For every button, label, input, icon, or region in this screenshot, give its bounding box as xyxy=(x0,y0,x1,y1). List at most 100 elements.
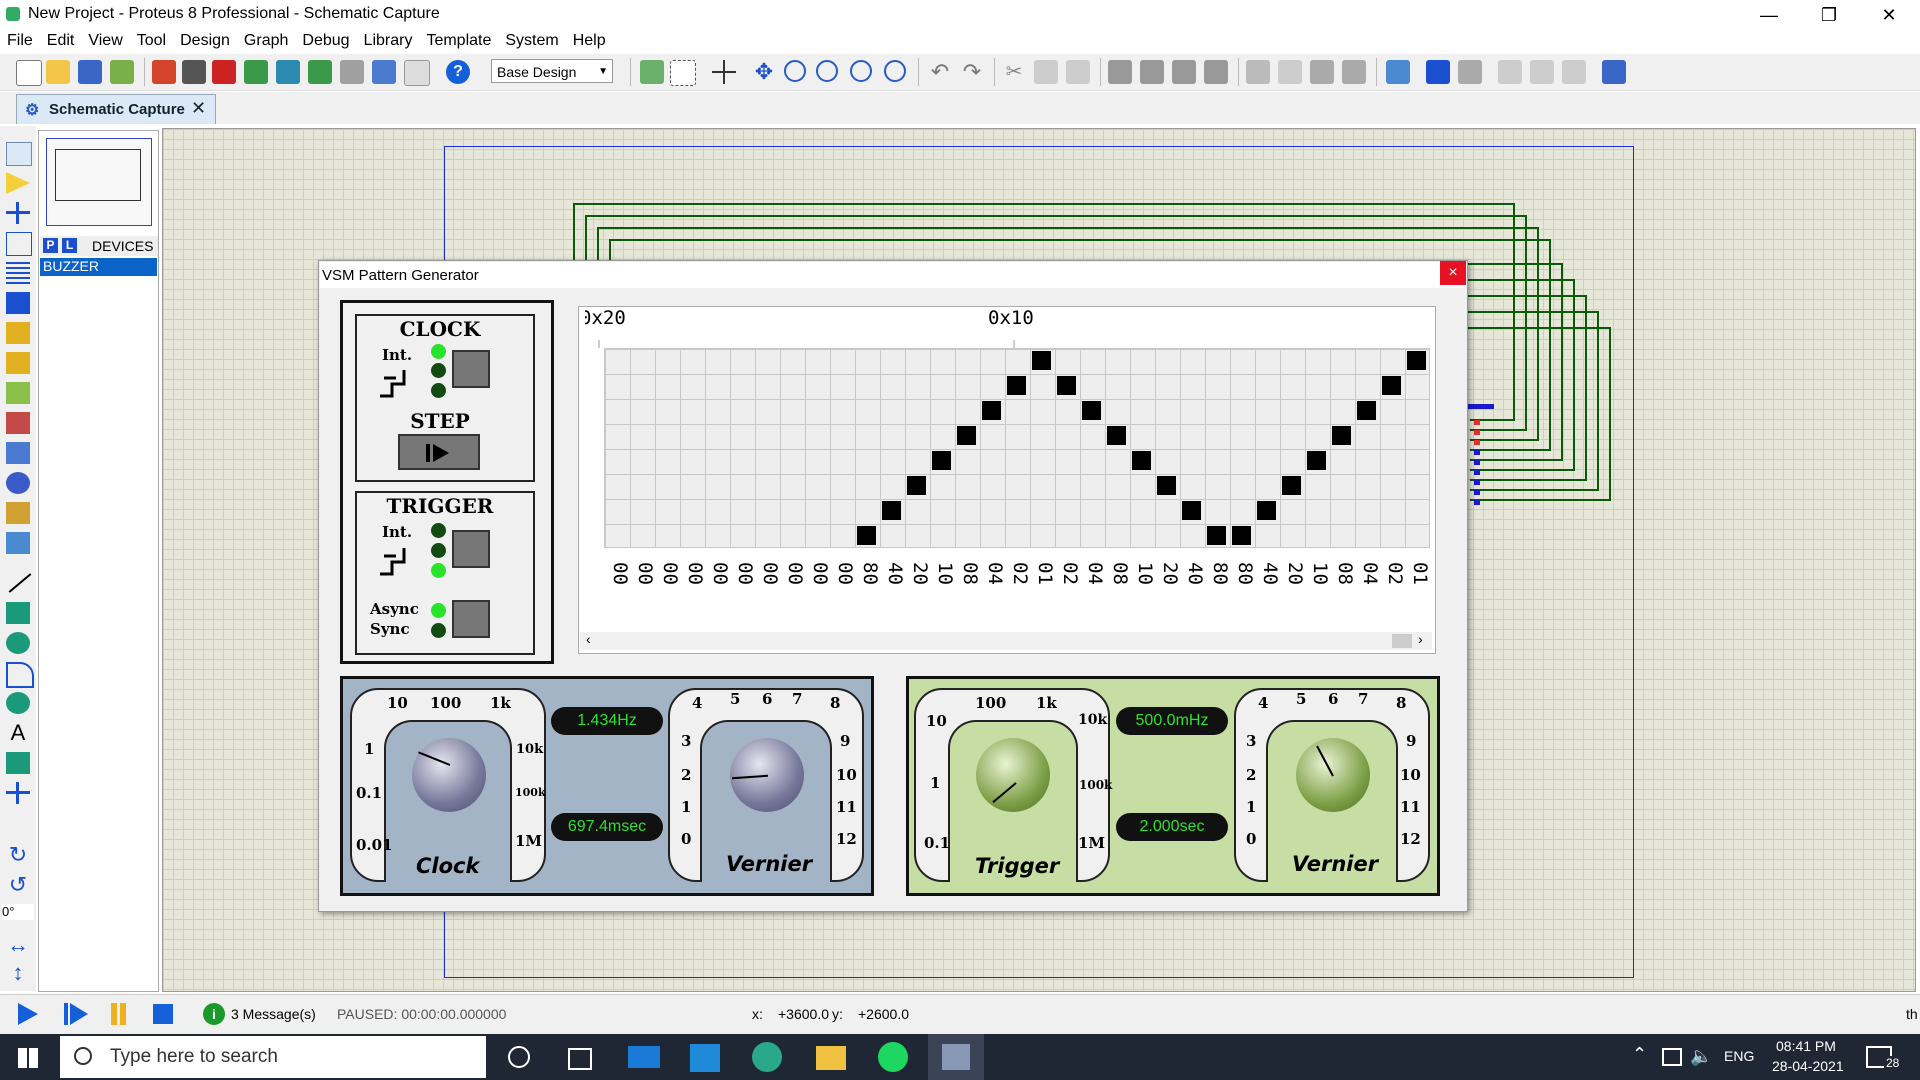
pattern-cell-set[interactable] xyxy=(907,476,926,495)
clock-date[interactable]: 28-04-2021 xyxy=(1772,1058,1844,1074)
pattern-cell-set[interactable] xyxy=(882,501,901,520)
trigger-vernier-knob[interactable] xyxy=(1296,738,1370,812)
scroll-thumb[interactable] xyxy=(1392,634,1412,648)
pattern-cell-set[interactable] xyxy=(932,451,951,470)
pattern-cell-set[interactable] xyxy=(1082,401,1101,420)
chevron-up-icon[interactable]: ⌃ xyxy=(1632,1044,1647,1065)
status-right-text: th xyxy=(1906,1006,1918,1022)
spotify-icon[interactable] xyxy=(878,1042,908,1072)
column-label: 20 xyxy=(1284,562,1306,585)
info-icon: i xyxy=(203,1003,225,1025)
clock-period-display: 697.4msec xyxy=(551,813,663,841)
trigger-scale-1m: 1M xyxy=(1078,834,1106,852)
scroll-right-icon[interactable]: › xyxy=(1418,631,1423,647)
trigger-scale-10: 10 xyxy=(926,712,947,730)
step-play-icon xyxy=(433,444,449,462)
vscode-icon[interactable] xyxy=(690,1044,720,1072)
pattern-cell-set[interactable] xyxy=(1107,426,1126,445)
pattern-cell-set[interactable] xyxy=(1057,376,1076,395)
dialog-title-bar[interactable]: VSM Pattern Generator xyxy=(320,262,1466,288)
task-view-icon[interactable] xyxy=(568,1048,592,1070)
pattern-cell-set[interactable] xyxy=(1032,351,1051,370)
trigger-mode-button[interactable] xyxy=(452,530,490,568)
clock-edge-led-1 xyxy=(431,363,446,378)
pattern-cell-set[interactable] xyxy=(1232,526,1251,545)
scroll-left-icon[interactable]: ‹ xyxy=(586,631,591,647)
clock-scale-1k: 1k xyxy=(490,694,511,712)
meet-now-icon[interactable] xyxy=(1662,1048,1682,1066)
clock-time[interactable]: 08:41 PM xyxy=(1776,1038,1836,1054)
pattern-cell-set[interactable] xyxy=(1357,401,1376,420)
edge-icon[interactable] xyxy=(752,1042,782,1072)
pattern-cell-set[interactable] xyxy=(1132,451,1151,470)
sync-led xyxy=(431,623,446,638)
volume-icon[interactable]: 🔈 xyxy=(1690,1046,1712,1067)
cortana-icon[interactable] xyxy=(508,1046,530,1068)
clock-scale-1m: 1M xyxy=(515,832,543,850)
trigger-vernier-label: Vernier xyxy=(1292,852,1379,876)
clock-mode-button[interactable] xyxy=(452,350,490,388)
language-indicator[interactable]: ENG xyxy=(1724,1048,1754,1064)
pattern-cell-set[interactable] xyxy=(1157,476,1176,495)
clock-vernier-1: 1 xyxy=(681,798,692,816)
pattern-cell-set[interactable] xyxy=(982,401,1001,420)
clock-vernier-9: 9 xyxy=(840,732,851,750)
pattern-cell-set[interactable] xyxy=(857,526,876,545)
column-label: 40 xyxy=(1259,562,1281,585)
file-explorer-icon[interactable] xyxy=(816,1046,846,1070)
trigger-int-label: Int. xyxy=(382,523,413,541)
sync-mode-button[interactable] xyxy=(452,600,490,638)
trigger-edge-icon xyxy=(380,548,406,576)
trigger-edge-led-2 xyxy=(431,563,446,578)
trigger-range-knob[interactable] xyxy=(976,738,1050,812)
pattern-cell-set[interactable] xyxy=(1407,351,1426,370)
column-label: 00 xyxy=(759,562,781,585)
column-label: 04 xyxy=(1359,562,1381,585)
clock-int-led xyxy=(431,344,446,359)
clock-range-knob[interactable] xyxy=(412,738,486,812)
play-icon[interactable] xyxy=(18,1003,38,1025)
grid-tick-mid xyxy=(1013,340,1015,348)
step-icon[interactable] xyxy=(64,1003,68,1025)
trigger-title: TRIGGER xyxy=(386,494,494,518)
trigger-vernier-0: 0 xyxy=(1246,830,1257,848)
pause-icon[interactable] xyxy=(111,1003,117,1025)
horizontal-scrollbar[interactable]: ‹ › xyxy=(580,631,1432,650)
pattern-cell-set[interactable] xyxy=(957,426,976,445)
clock-vernier-label: Vernier xyxy=(726,852,813,876)
pattern-cell-set[interactable] xyxy=(1382,376,1401,395)
step-button[interactable] xyxy=(398,434,480,470)
clock-vernier-knob[interactable] xyxy=(730,738,804,812)
clock-scale-1: 1 xyxy=(364,740,375,758)
async-label: Async xyxy=(370,600,419,618)
trigger-vernier-10: 10 xyxy=(1400,766,1421,784)
column-label: 08 xyxy=(959,562,981,585)
y-coord-value: +2600.0 xyxy=(858,1006,909,1022)
clock-vernier-3: 3 xyxy=(681,732,692,750)
column-label: 01 xyxy=(1409,562,1431,585)
trigger-vernier-9: 9 xyxy=(1406,732,1417,750)
clock-scale-0-1: 0.1 xyxy=(356,784,383,802)
pattern-cell-set[interactable] xyxy=(1332,426,1351,445)
clock-vernier-12: 12 xyxy=(836,830,857,848)
sync-label: Sync xyxy=(370,620,410,638)
taskbar-search-box[interactable]: Type here to search xyxy=(60,1036,486,1078)
trigger-scale-1k: 1k xyxy=(1036,694,1057,712)
stop-icon[interactable] xyxy=(153,1004,173,1024)
dialog-close-button[interactable]: × xyxy=(1440,261,1466,285)
trigger-vernier-8: 8 xyxy=(1396,694,1407,712)
pattern-cell-set[interactable] xyxy=(1307,451,1326,470)
pattern-cell-set[interactable] xyxy=(1282,476,1301,495)
pattern-cell-set[interactable] xyxy=(1257,501,1276,520)
column-label: 80 xyxy=(1234,562,1256,585)
trigger-vernier-5: 5 xyxy=(1296,690,1307,708)
column-label: 10 xyxy=(934,562,956,585)
pattern-cell-set[interactable] xyxy=(1207,526,1226,545)
mail-icon[interactable] xyxy=(628,1046,660,1068)
column-label: 80 xyxy=(1209,562,1231,585)
pattern-cell-set[interactable] xyxy=(1182,501,1201,520)
pattern-cell-set[interactable] xyxy=(1007,376,1026,395)
async-led xyxy=(431,603,446,618)
trigger-vernier-2: 2 xyxy=(1246,766,1257,784)
messages-count[interactable]: 3 Message(s) xyxy=(231,1006,316,1022)
